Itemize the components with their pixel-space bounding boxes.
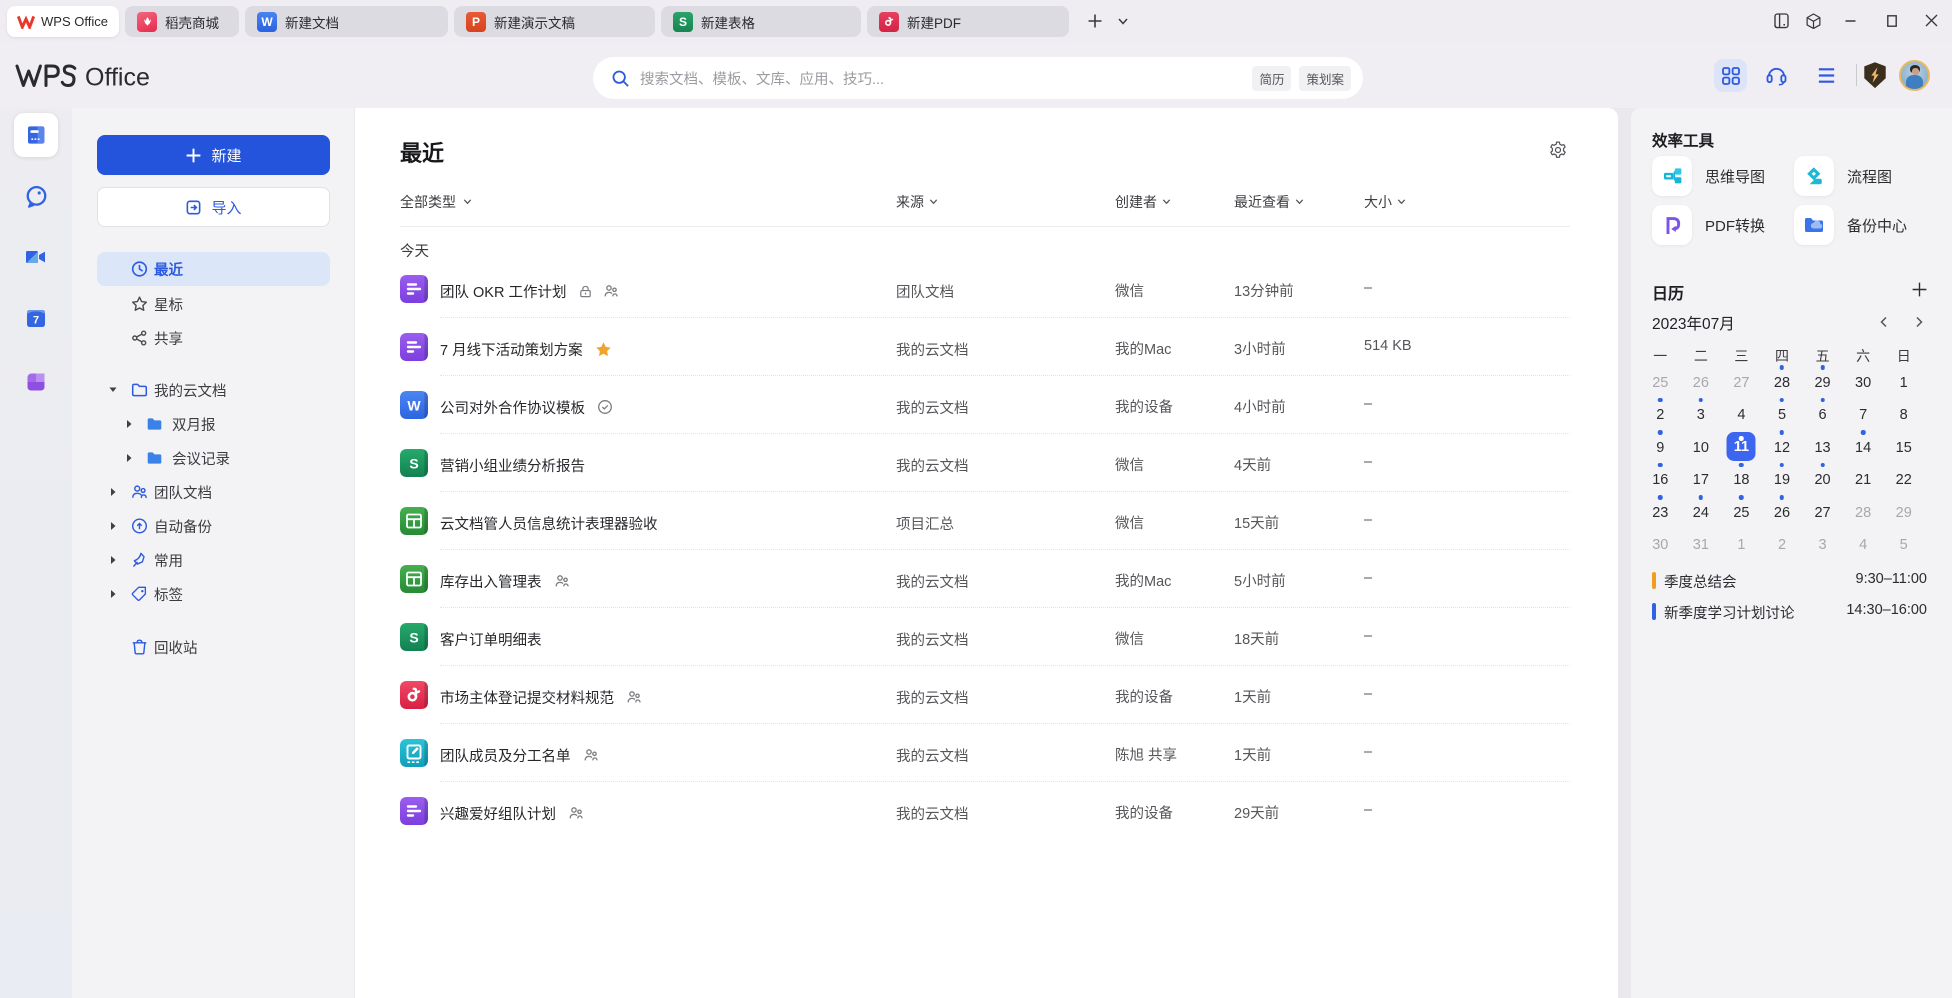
svg-text:S: S xyxy=(409,630,418,646)
svg-text:S: S xyxy=(409,456,418,472)
svg-text:Office: Office xyxy=(85,64,150,92)
svg-text:W: W xyxy=(407,398,421,414)
svg-text:7: 7 xyxy=(33,315,39,327)
